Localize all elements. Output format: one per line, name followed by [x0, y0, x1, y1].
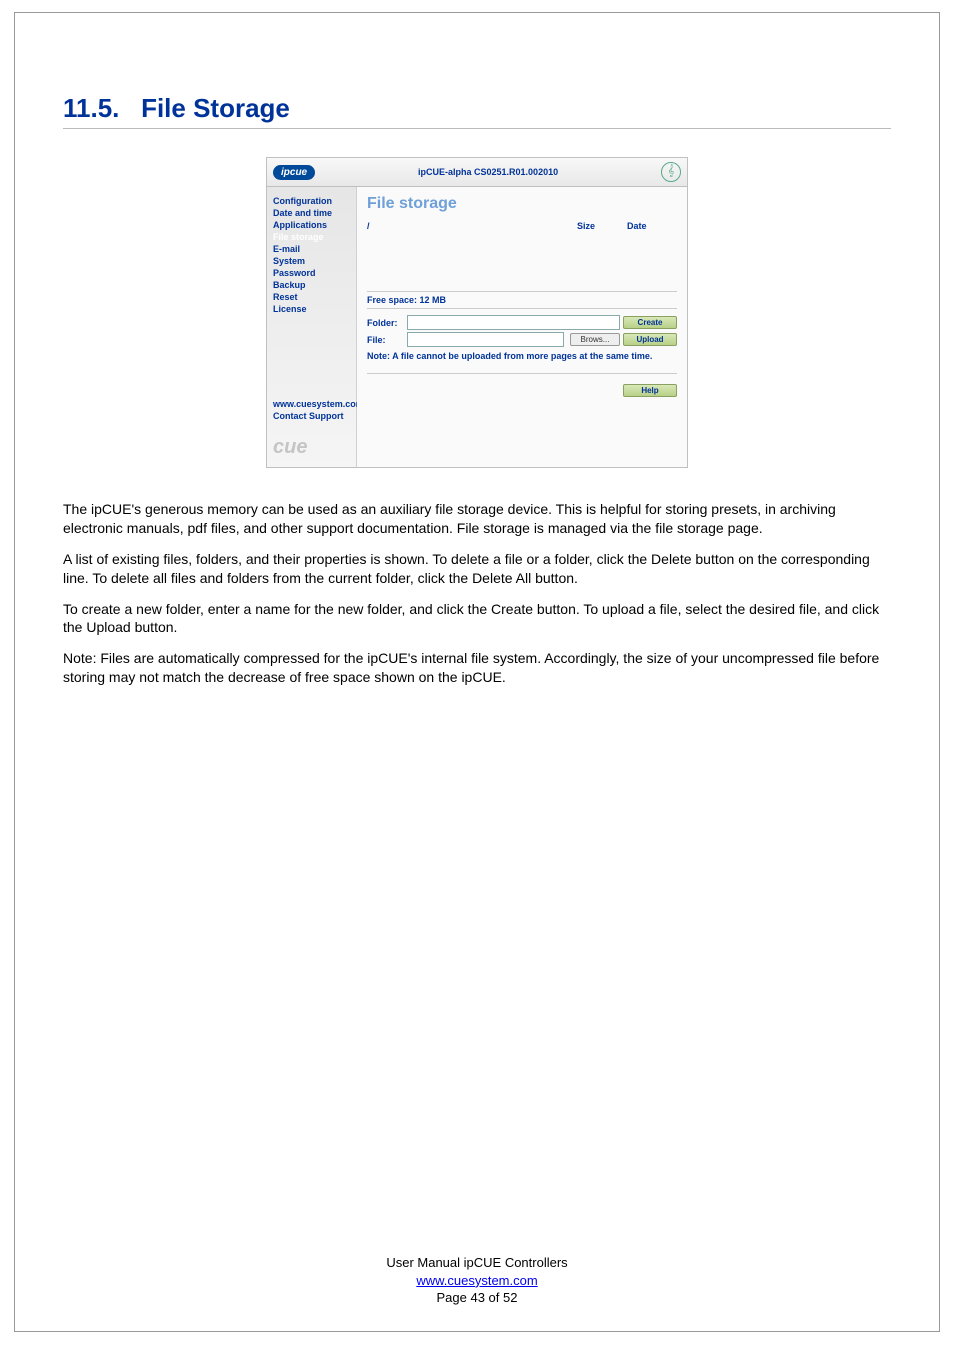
sidebar-item-date-time[interactable]: Date and time [273, 208, 350, 218]
app-window: ipcue ipCUE-alpha CS0251.R01.002010 𝄞 Co… [266, 157, 688, 468]
sidebar-item-reset[interactable]: Reset [273, 292, 350, 302]
main-title: File storage [367, 195, 677, 213]
file-label: File: [367, 335, 407, 345]
paragraph-1: The ipCUE's generous memory can be used … [63, 500, 891, 538]
col-date: Date [627, 221, 677, 231]
sidebar-link-website[interactable]: www.cuesystem.com [273, 399, 350, 409]
browse-button[interactable]: Brows... [570, 333, 620, 346]
sidebar-item-system[interactable]: System [273, 256, 350, 266]
main-panel: File storage / Size Date Free space: 12 … [357, 187, 687, 467]
sidebar: Configuration Date and time Applications… [267, 187, 357, 467]
paragraph-4: Note: Files are automatically compressed… [63, 649, 891, 687]
file-input[interactable] [407, 332, 564, 347]
upload-button[interactable]: Upload [623, 333, 677, 346]
sidebar-item-email[interactable]: E-mail [273, 244, 350, 254]
paragraph-2: A list of existing files, folders, and t… [63, 550, 891, 588]
logo-pill: ipcue [273, 165, 315, 180]
sidebar-link-support[interactable]: Contact Support [273, 411, 350, 421]
upload-note: Note: A file cannot be uploaded from mor… [367, 351, 677, 374]
sidebar-brand: cue [273, 436, 350, 459]
paragraph-3: To create a new folder, enter a name for… [63, 600, 891, 638]
section-heading: 11.5. File Storage [63, 93, 891, 129]
app-header: ipcue ipCUE-alpha CS0251.R01.002010 𝄞 [267, 158, 687, 187]
create-button[interactable]: Create [623, 316, 677, 329]
col-size: Size [577, 221, 627, 231]
footer-line-3: Page 43 of 52 [63, 1289, 891, 1307]
section-number: 11.5. [63, 93, 119, 123]
embedded-screenshot: ipcue ipCUE-alpha CS0251.R01.002010 𝄞 Co… [63, 157, 891, 468]
sidebar-item-applications[interactable]: Applications [273, 220, 350, 230]
sidebar-item-file-storage[interactable]: File storage [273, 232, 350, 242]
sidebar-item-password[interactable]: Password [273, 268, 350, 278]
sidebar-item-configuration[interactable]: Configuration [273, 196, 350, 206]
app-header-title: ipCUE-alpha CS0251.R01.002010 [315, 167, 661, 177]
footer-line-1: User Manual ipCUE Controllers [63, 1254, 891, 1272]
sidebar-item-backup[interactable]: Backup [273, 280, 350, 290]
folder-input[interactable] [407, 315, 620, 330]
help-button[interactable]: Help [623, 384, 677, 397]
body-text: The ipCUE's generous memory can be used … [63, 500, 891, 699]
page-footer: User Manual ipCUE Controllers www.cuesys… [63, 1254, 891, 1307]
free-space: Free space: 12 MB [367, 291, 677, 309]
section-title-text: File Storage [141, 93, 290, 123]
col-name: / [367, 221, 577, 231]
footer-link[interactable]: www.cuesystem.com [416, 1273, 537, 1288]
header-icon: 𝄞 [661, 162, 681, 182]
sidebar-item-license[interactable]: License [273, 304, 350, 314]
file-table-header: / Size Date [367, 221, 677, 231]
folder-label: Folder: [367, 318, 407, 328]
